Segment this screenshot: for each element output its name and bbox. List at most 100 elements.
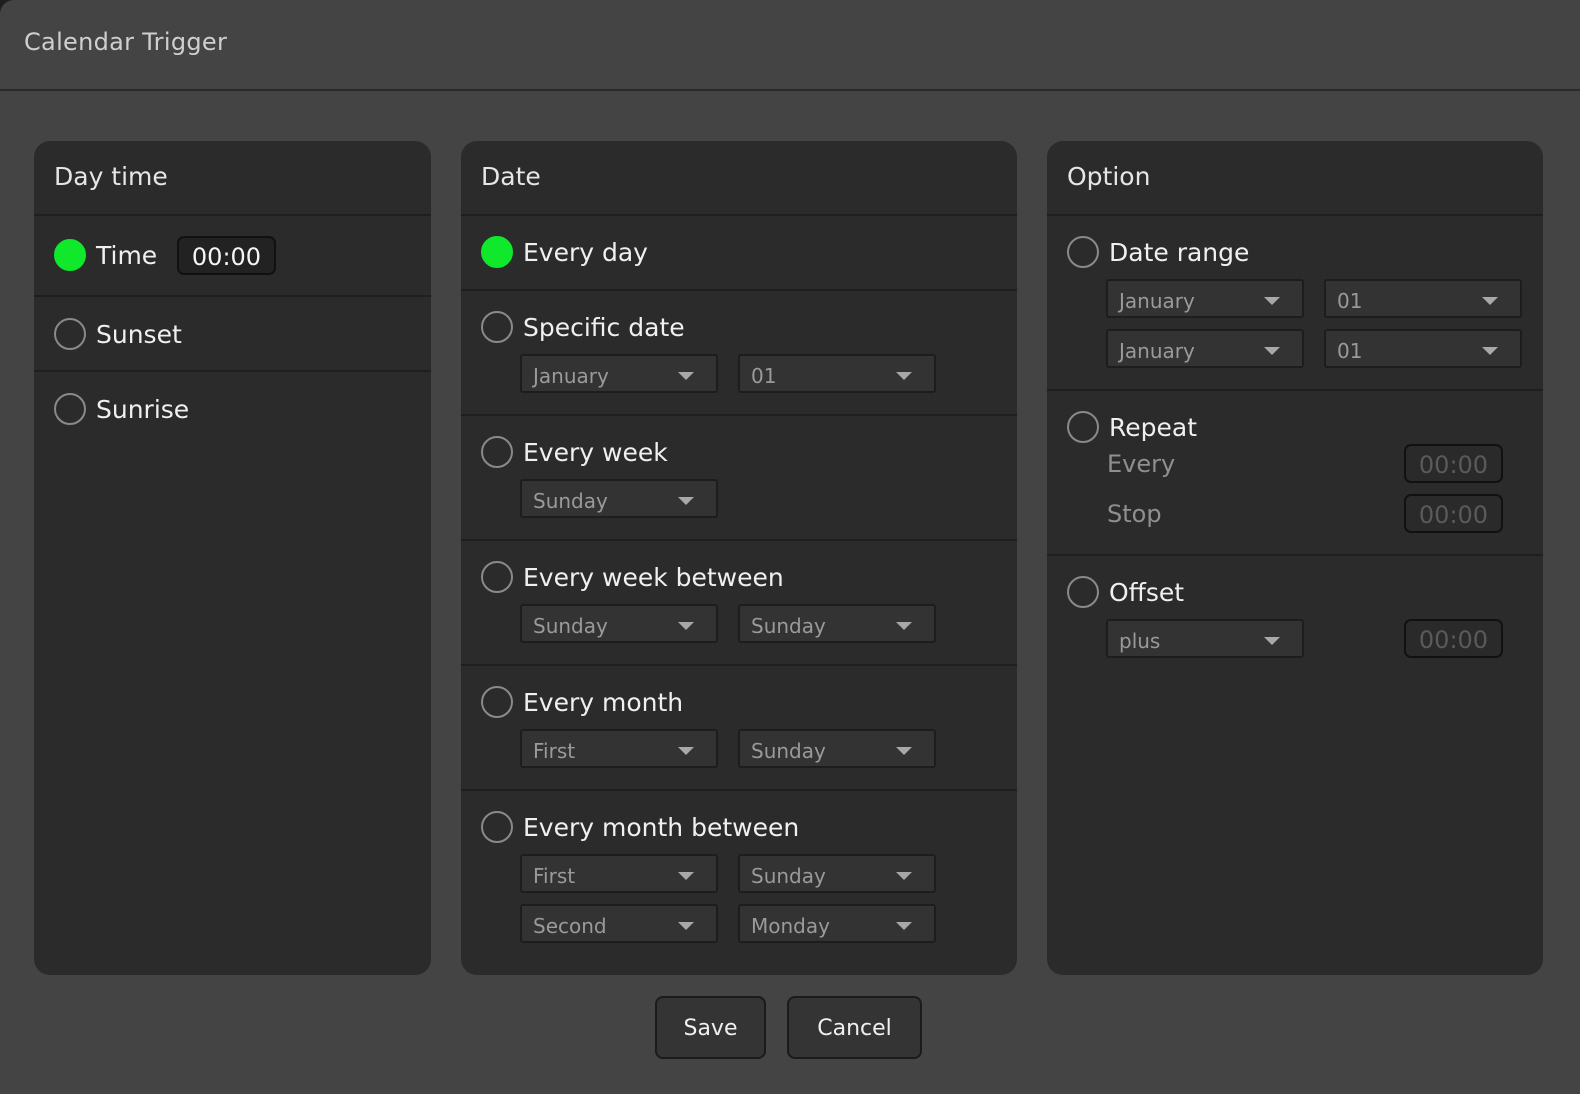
daytime-panel-header: Day time bbox=[34, 141, 431, 216]
select-value: January bbox=[1119, 289, 1195, 313]
repeat-every-input[interactable]: 00:00 bbox=[1404, 444, 1503, 483]
chevron-down-icon bbox=[896, 622, 912, 630]
offset-section: Offset plus 00:00 bbox=[1047, 556, 1543, 706]
date-panel-header: Date bbox=[461, 141, 1017, 216]
every-week-between-radio[interactable] bbox=[481, 561, 513, 593]
every-month-between-from-ordinal-select[interactable]: First bbox=[520, 854, 718, 893]
date-range-option[interactable]: Date range bbox=[1067, 236, 1249, 268]
every-month-between-to-ordinal-select[interactable]: Second bbox=[520, 904, 718, 943]
specific-date-label: Specific date bbox=[523, 312, 685, 342]
every-day-radio[interactable] bbox=[481, 236, 513, 268]
repeat-section: Repeat Every 00:00 Stop 00:00 bbox=[1047, 391, 1543, 556]
offset-time-input[interactable]: 00:00 bbox=[1404, 619, 1503, 658]
every-month-between-to-weekday-select[interactable]: Monday bbox=[738, 904, 936, 943]
every-week-between-option[interactable]: Every week between bbox=[481, 561, 784, 593]
repeat-radio[interactable] bbox=[1067, 411, 1099, 443]
sunset-option[interactable]: Sunset bbox=[54, 318, 182, 350]
cancel-button[interactable]: Cancel bbox=[787, 996, 922, 1059]
repeat-label: Repeat bbox=[1109, 412, 1198, 442]
chevron-down-icon bbox=[1264, 297, 1280, 305]
select-value: Sunday bbox=[751, 614, 826, 638]
repeat-stop-label: Stop bbox=[1107, 500, 1162, 528]
every-month-section: Every month First Sunday bbox=[461, 666, 1017, 791]
select-value: plus bbox=[1119, 629, 1161, 653]
date-range-radio[interactable] bbox=[1067, 236, 1099, 268]
chevron-down-icon bbox=[896, 872, 912, 880]
date-panel: Date Every day Specific date January 01 … bbox=[461, 141, 1017, 975]
time-label: Time bbox=[96, 240, 158, 270]
every-month-label: Every month bbox=[523, 687, 684, 717]
select-value: First bbox=[533, 739, 576, 763]
every-month-between-radio[interactable] bbox=[481, 811, 513, 843]
every-month-between-label: Every month between bbox=[523, 812, 800, 842]
every-month-between-section: Every month between First Sunday Second … bbox=[461, 791, 1017, 971]
every-month-weekday-select[interactable]: Sunday bbox=[738, 729, 936, 768]
calendar-trigger-dialog: Calendar Trigger Day time Time 00:00 Sun… bbox=[0, 0, 1580, 1094]
chevron-down-icon bbox=[678, 922, 694, 930]
date-range-to-month-select[interactable]: January bbox=[1106, 329, 1304, 368]
specific-date-radio[interactable] bbox=[481, 311, 513, 343]
time-radio[interactable] bbox=[54, 239, 86, 271]
every-week-between-section: Every week between Sunday Sunday bbox=[461, 541, 1017, 666]
every-week-label: Every week bbox=[523, 437, 668, 467]
every-week-between-to-select[interactable]: Sunday bbox=[738, 604, 936, 643]
every-month-option[interactable]: Every month bbox=[481, 686, 683, 718]
every-month-between-from-weekday-select[interactable]: Sunday bbox=[738, 854, 936, 893]
every-day-option[interactable]: Every day bbox=[481, 236, 648, 268]
every-month-radio[interactable] bbox=[481, 686, 513, 718]
every-week-weekday-select[interactable]: Sunday bbox=[520, 479, 718, 518]
repeat-stop-input[interactable]: 00:00 bbox=[1404, 494, 1503, 533]
select-value: 01 bbox=[751, 364, 777, 388]
every-day-label: Every day bbox=[523, 237, 648, 267]
every-week-option[interactable]: Every week bbox=[481, 436, 668, 468]
sunrise-radio[interactable] bbox=[54, 393, 86, 425]
sunrise-label: Sunrise bbox=[96, 394, 190, 424]
chevron-down-icon bbox=[678, 622, 694, 630]
chevron-down-icon bbox=[678, 497, 694, 505]
select-value: 01 bbox=[1337, 289, 1363, 313]
select-value: Sunday bbox=[533, 489, 608, 513]
repeat-every-label: Every bbox=[1107, 450, 1176, 478]
chevron-down-icon bbox=[896, 747, 912, 755]
option-panel-header: Option bbox=[1047, 141, 1543, 216]
chevron-down-icon bbox=[1264, 637, 1280, 645]
every-week-radio[interactable] bbox=[481, 436, 513, 468]
specific-date-month-select[interactable]: January bbox=[520, 354, 718, 393]
select-value: Sunday bbox=[533, 614, 608, 638]
specific-date-day-select[interactable]: 01 bbox=[738, 354, 936, 393]
chevron-down-icon bbox=[1482, 347, 1498, 355]
chevron-down-icon bbox=[896, 372, 912, 380]
date-range-section: Date range January 01 January 01 bbox=[1047, 216, 1543, 391]
sunset-label: Sunset bbox=[96, 319, 182, 349]
date-range-from-month-select[interactable]: January bbox=[1106, 279, 1304, 318]
chevron-down-icon bbox=[1482, 297, 1498, 305]
repeat-option[interactable]: Repeat bbox=[1067, 411, 1197, 443]
select-value: 01 bbox=[1337, 339, 1363, 363]
specific-date-option[interactable]: Specific date bbox=[481, 311, 685, 343]
date-range-from-day-select[interactable]: 01 bbox=[1324, 279, 1522, 318]
daytime-panel: Day time Time 00:00 Sunset Sunrise bbox=[34, 141, 431, 975]
offset-radio[interactable] bbox=[1067, 576, 1099, 608]
chevron-down-icon bbox=[678, 747, 694, 755]
every-month-ordinal-select[interactable]: First bbox=[520, 729, 718, 768]
daytime-time-section: Time 00:00 bbox=[34, 216, 431, 297]
time-input[interactable]: 00:00 bbox=[177, 236, 276, 275]
save-button[interactable]: Save bbox=[655, 996, 766, 1059]
every-month-between-option[interactable]: Every month between bbox=[481, 811, 799, 843]
every-week-between-label: Every week between bbox=[523, 562, 784, 592]
time-option[interactable]: Time bbox=[54, 239, 157, 271]
date-range-to-day-select[interactable]: 01 bbox=[1324, 329, 1522, 368]
chevron-down-icon bbox=[678, 372, 694, 380]
option-panel: Option Date range January 01 January 01 … bbox=[1047, 141, 1543, 975]
every-week-between-from-select[interactable]: Sunday bbox=[520, 604, 718, 643]
daytime-sunrise-section: Sunrise bbox=[34, 372, 431, 452]
chevron-down-icon bbox=[1264, 347, 1280, 355]
sunrise-option[interactable]: Sunrise bbox=[54, 393, 189, 425]
select-value: January bbox=[533, 364, 609, 388]
offset-mode-select[interactable]: plus bbox=[1106, 619, 1304, 658]
select-value: Second bbox=[533, 914, 607, 938]
select-value: Sunday bbox=[751, 739, 826, 763]
offset-option[interactable]: Offset bbox=[1067, 576, 1184, 608]
sunset-radio[interactable] bbox=[54, 318, 86, 350]
select-value: First bbox=[533, 864, 576, 888]
